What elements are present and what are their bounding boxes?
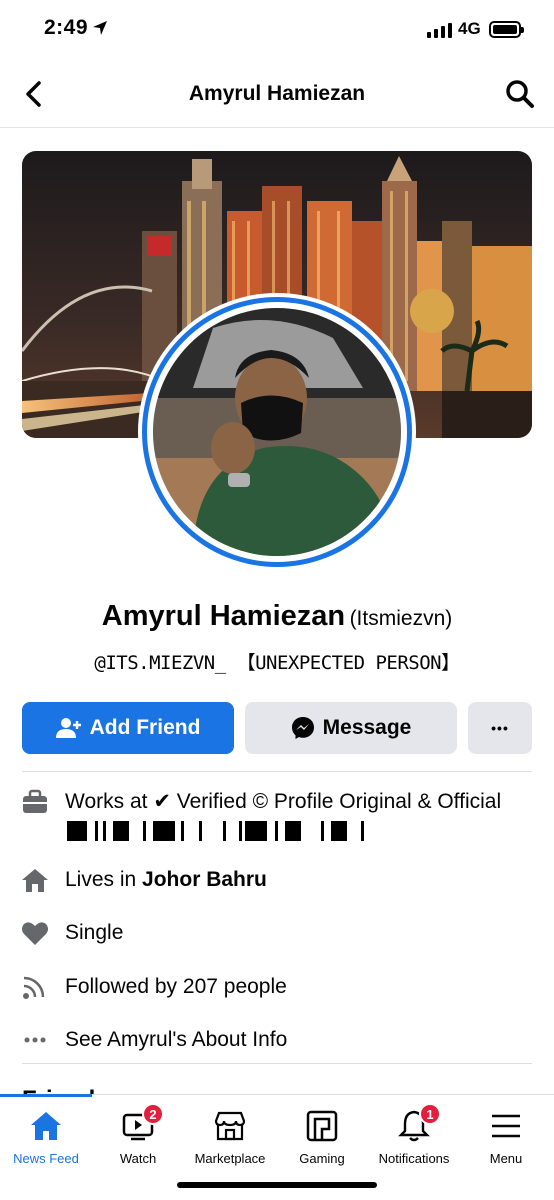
home-icon [31, 1112, 61, 1140]
work-text[interactable]: ✔ Verified © Profile Original & Official [153, 790, 501, 813]
cellular-signal-icon [427, 22, 452, 38]
divider [22, 1063, 532, 1064]
relationship-status: Single [65, 921, 124, 944]
redacted-text [67, 821, 364, 842]
more-options-icon: ••• [491, 720, 509, 736]
tab-menu[interactable]: Menu [460, 1095, 552, 1175]
tab-label: Gaming [299, 1151, 345, 1166]
tab-marketplace[interactable]: Marketplace [184, 1095, 276, 1175]
messenger-icon [291, 717, 314, 739]
home-icon [20, 865, 50, 895]
lives-prefix: Lives in [65, 868, 137, 891]
search-icon[interactable] [504, 78, 536, 110]
heart-icon [20, 918, 50, 948]
notifications-badge: 1 [419, 1103, 441, 1125]
tab-label: Notifications [378, 1151, 450, 1166]
home-indicator[interactable] [177, 1182, 377, 1188]
page-title: Amyrul Hamiezan [188, 82, 366, 105]
followers-count[interactable]: Followed by 207 people [65, 972, 534, 1001]
tab-label: Watch [119, 1151, 157, 1166]
battery-icon [489, 21, 524, 38]
tab-gaming[interactable]: Gaming [276, 1095, 368, 1175]
work-prefix: Works at [65, 790, 148, 813]
status-bar: 2:49 4G [0, 0, 554, 60]
gaming-icon [306, 1110, 338, 1142]
rss-followers-icon [20, 972, 50, 1002]
profile-bio: @ITS.MIEZVN_ 【UNEXPECTED PERSON】 [94, 652, 460, 674]
tab-watch[interactable]: 2 Watch [92, 1095, 184, 1175]
tab-label: News Feed [13, 1151, 79, 1166]
tab-label: Marketplace [194, 1151, 266, 1166]
tab-label: Menu [489, 1151, 523, 1166]
profile-alternate-name: (Itsmiezvn) [349, 607, 453, 630]
menu-icon [492, 1114, 520, 1138]
tab-news-feed[interactable]: News Feed [0, 1095, 92, 1175]
profile-name: Amyrul Hamiezan [101, 600, 346, 632]
network-type: 4G [458, 19, 481, 38]
more-dots-icon [20, 1025, 50, 1055]
marketplace-icon [214, 1111, 246, 1141]
profile-avatar[interactable] [138, 293, 416, 571]
profile-name-row: Amyrul Hamiezan (Itsmiezvn) [0, 600, 554, 633]
add-friend-label: Add Friend [89, 716, 201, 739]
tab-notifications[interactable]: 1 Notifications [368, 1095, 460, 1175]
location-arrow-icon [93, 21, 107, 35]
briefcase-icon [20, 787, 50, 817]
divider [22, 771, 532, 772]
lives-city[interactable]: Johor Bahru [142, 868, 267, 891]
status-time: 2:49 [44, 16, 89, 39]
about-info-label[interactable]: See Amyrul's About Info [65, 1025, 534, 1054]
profile-header: Amyrul Hamiezan [0, 60, 554, 128]
add-person-icon [55, 718, 81, 738]
add-friend-button[interactable]: Add Friend [22, 702, 234, 754]
message-label: Message [322, 716, 412, 739]
message-button[interactable]: Message [245, 702, 457, 754]
more-options-button[interactable]: ••• [468, 702, 532, 754]
watch-badge: 2 [142, 1103, 164, 1125]
